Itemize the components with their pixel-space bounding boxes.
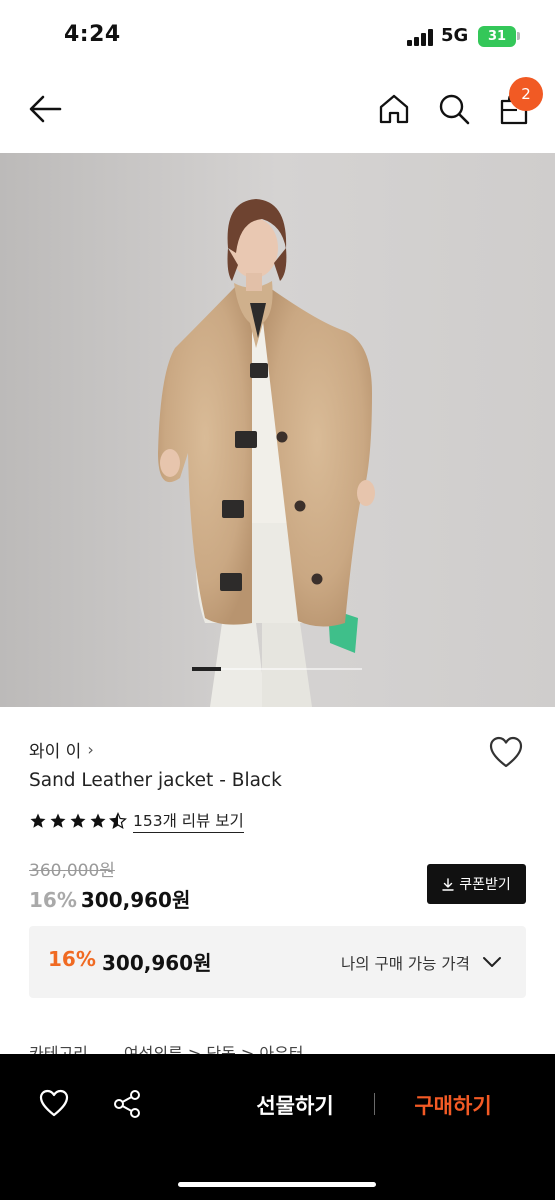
slide-indicator-active xyxy=(192,667,221,671)
my-price-value: 300,960원 xyxy=(102,951,212,975)
status-time: 4:24 xyxy=(64,22,121,47)
star-icon xyxy=(30,813,46,828)
top-nav xyxy=(0,76,555,142)
gift-button[interactable]: 선물하기 xyxy=(240,1086,350,1124)
cart-badge[interactable]: 2 xyxy=(509,77,543,111)
bottom-action-bar xyxy=(0,1054,555,1200)
chevron-down-icon xyxy=(483,957,501,967)
network-label: 5G xyxy=(441,25,469,46)
signal-icon xyxy=(407,28,435,46)
my-price-label: 나의 구매 가능 가격 xyxy=(341,955,470,973)
status-bar: 4:24 5G 31 xyxy=(0,0,555,70)
coupon-button-label: 쿠폰받기 xyxy=(459,877,511,893)
my-price-box[interactable]: 16% 300,960원 나의 구매 가능 가격 xyxy=(29,926,526,998)
review-link[interactable]: 153개 리뷰 보기 xyxy=(133,809,244,833)
discount-price: 300,960원 xyxy=(80,888,191,912)
bottom-bar-divider xyxy=(374,1093,375,1115)
heart-icon[interactable] xyxy=(38,1088,70,1118)
my-price-rate: 16% xyxy=(48,947,96,971)
share-icon[interactable] xyxy=(111,1088,143,1120)
download-icon xyxy=(442,877,454,891)
original-price: 360,000원 xyxy=(29,861,115,881)
product-image[interactable] xyxy=(0,153,555,707)
discount-row: 16% 300,960원 xyxy=(29,884,190,913)
discount-rate: 16% xyxy=(29,888,77,912)
rating-row: 153개 리뷰 보기 xyxy=(29,808,244,834)
star-icon xyxy=(50,813,66,828)
brand-link[interactable]: 와이 이 › xyxy=(29,737,94,762)
back-arrow-icon[interactable] xyxy=(26,92,64,126)
home-icon[interactable] xyxy=(377,92,411,126)
heart-icon[interactable] xyxy=(488,735,524,769)
product-photo-illustration xyxy=(0,153,555,707)
chevron-right-icon: › xyxy=(87,740,94,759)
buy-button[interactable]: 구매하기 xyxy=(398,1086,508,1124)
battery-cap xyxy=(517,32,520,40)
coupon-button[interactable]: 쿠폰받기 xyxy=(427,864,526,904)
rating-stars xyxy=(29,812,127,830)
product-name: Sand Leather jacket - Black xyxy=(29,770,282,791)
search-icon[interactable] xyxy=(437,92,471,126)
battery-icon: 31 xyxy=(478,26,516,47)
star-icon xyxy=(70,813,86,828)
home-indicator xyxy=(178,1182,376,1187)
battery-level: 31 xyxy=(487,29,507,44)
half-star-icon xyxy=(109,812,127,829)
star-icon xyxy=(90,813,106,828)
brand-name: 와이 이 xyxy=(29,742,82,762)
